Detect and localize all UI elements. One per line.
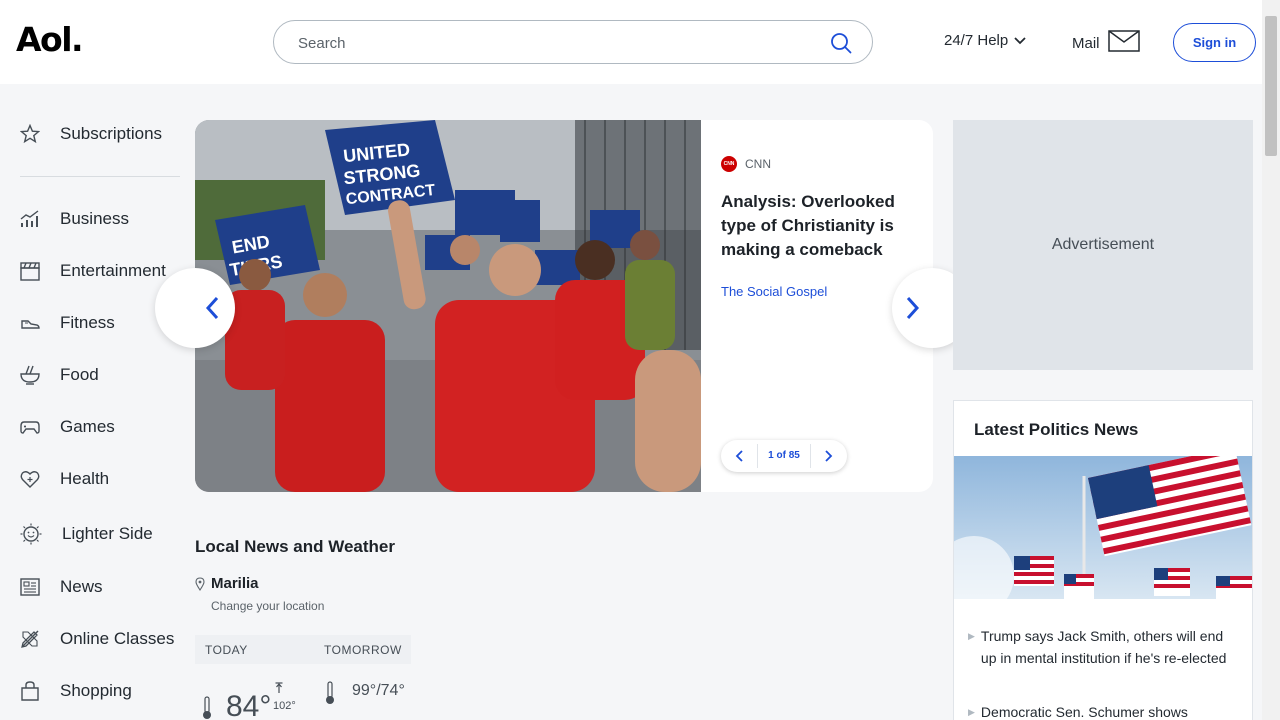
shopping-bag-icon: [21, 681, 39, 701]
sign-in-button[interactable]: Sign in: [1173, 23, 1256, 62]
sidebar-item-online-classes[interactable]: Online Classes: [20, 629, 174, 649]
chevron-down-icon: [1014, 32, 1026, 49]
envelope-icon: [1107, 30, 1140, 56]
help-dropdown[interactable]: 24/7 Help: [944, 32, 1026, 49]
sidebar-item-label: News: [60, 577, 103, 596]
search-input[interactable]: [298, 31, 818, 55]
thermometer-icon: [203, 696, 211, 719]
sidebar-item-games[interactable]: Games: [20, 417, 115, 437]
sidebar-item-label: Online Classes: [60, 629, 175, 648]
sidebar-item-entertainment[interactable]: Entertainment: [20, 261, 166, 281]
sidebar-item-label: Lighter Side: [62, 524, 153, 543]
news-item-text: Trump says Jack Smith, others will end u…: [980, 628, 1227, 666]
weather-tabs: TODAY TOMORROW: [195, 635, 411, 664]
sidebar-divider: [20, 176, 180, 177]
pager-count: 1 of 85: [757, 444, 811, 468]
hero-story-text: CNN CNN Analysis: Overlooked type of Chr…: [721, 156, 911, 299]
change-location-link[interactable]: Change your location: [211, 599, 324, 613]
arrow-up-icon: [275, 682, 283, 693]
pager-prev-button[interactable]: [725, 442, 753, 470]
politics-title: Latest Politics News: [974, 420, 1139, 439]
hero-subtopic-link[interactable]: The Social Gospel: [721, 284, 911, 299]
location-pin-icon: [195, 576, 205, 591]
sidebar-item-subscriptions[interactable]: Subscriptions: [20, 124, 162, 144]
newspaper-icon: [20, 578, 40, 596]
search-box[interactable]: [273, 20, 873, 64]
sidebar-item-label: Fitness: [60, 313, 115, 332]
sidebar-item-fitness[interactable]: Fitness: [20, 313, 115, 333]
top-header: Aol. 24/7 Help Mail Sign in: [0, 0, 1262, 84]
chart-icon: [20, 210, 39, 227]
triangle-bullet-icon: ▶: [968, 631, 975, 641]
carousel-pager: 1 of 85: [721, 440, 847, 472]
location-display: Marilia: [195, 575, 259, 592]
pencil-ruler-icon: [21, 630, 39, 648]
tab-tomorrow[interactable]: TOMORROW: [324, 643, 402, 657]
sidebar-item-label: Health: [60, 469, 110, 488]
search-icon[interactable]: [830, 32, 852, 59]
today-high: 102°: [273, 700, 296, 712]
hero-image-union-rally[interactable]: UNITED STRONG CONTRACT END TIERS: [195, 120, 701, 492]
hero-story-card[interactable]: UNITED STRONG CONTRACT END TIERS: [195, 120, 933, 492]
chevron-left-icon: [205, 296, 219, 320]
clapperboard-icon: [20, 262, 40, 281]
news-item-text: Democratic Sen. Schumer shows: [980, 704, 1188, 720]
location-name: Marilia: [211, 575, 259, 592]
sidebar-item-label: Food: [60, 365, 99, 384]
today-temperature: 84°: [226, 690, 272, 720]
sidebar-item-label: Business: [60, 209, 129, 228]
sidebar-item-label: Subscriptions: [60, 124, 163, 143]
sidebar-item-label: Entertainment: [60, 261, 166, 280]
smiley-icon: [20, 523, 42, 545]
tab-today[interactable]: TODAY: [205, 643, 248, 657]
sidebar-item-health[interactable]: Health: [20, 469, 109, 489]
aol-logo[interactable]: Aol.: [16, 20, 84, 59]
sidebar-item-news[interactable]: News: [20, 577, 103, 597]
advertisement-label: Advertisement: [1051, 236, 1155, 253]
mail-link[interactable]: Mail: [1072, 30, 1140, 56]
sidebar-item-food[interactable]: Food: [20, 365, 99, 385]
chevron-right-icon: [906, 296, 920, 320]
bowl-icon: [20, 365, 40, 385]
sneaker-icon: [21, 320, 40, 329]
carousel-prev-button[interactable]: [155, 268, 235, 348]
triangle-bullet-icon: ▶: [968, 707, 975, 717]
mail-label: Mail: [1072, 34, 1100, 52]
hero-headline[interactable]: Analysis: Overlooked type of Christianit…: [721, 190, 911, 262]
cnn-logo-icon: CNN: [721, 156, 737, 172]
help-label: 24/7 Help: [944, 32, 1009, 49]
politics-news-item[interactable]: ▶ Trump says Jack Smith, others will end…: [968, 625, 1240, 669]
sidebar-item-lighter-side[interactable]: Lighter Side: [20, 523, 153, 545]
heart-plus-icon: [20, 471, 40, 488]
pager-next-button[interactable]: [815, 442, 843, 470]
tomorrow-temperatures: 99°/74°: [352, 682, 405, 699]
sidebar-item-label: Shopping: [60, 681, 132, 700]
sidebar-item-business[interactable]: Business: [20, 209, 129, 229]
source-name: CNN: [745, 157, 771, 171]
page-scrollbar[interactable]: [1262, 0, 1280, 720]
local-news-title: Local News and Weather: [195, 537, 395, 556]
chevron-left-icon: [735, 450, 743, 462]
star-icon: [20, 124, 40, 144]
gamepad-icon: [20, 421, 40, 434]
advertisement-slot[interactable]: Advertisement: [953, 120, 1253, 370]
politics-news-module: Latest Politics News ▶ Trump says Jack S…: [953, 400, 1253, 720]
politics-image-flags[interactable]: [954, 456, 1252, 599]
thermometer-icon: [326, 681, 334, 704]
scrollbar-thumb[interactable]: [1265, 16, 1277, 156]
story-source: CNN CNN: [721, 156, 911, 172]
sidebar-item-label: Games: [60, 417, 115, 436]
sidebar-item-shopping[interactable]: Shopping: [20, 681, 132, 701]
chevron-right-icon: [825, 450, 833, 462]
politics-news-item[interactable]: ▶ Democratic Sen. Schumer shows: [968, 701, 1240, 720]
